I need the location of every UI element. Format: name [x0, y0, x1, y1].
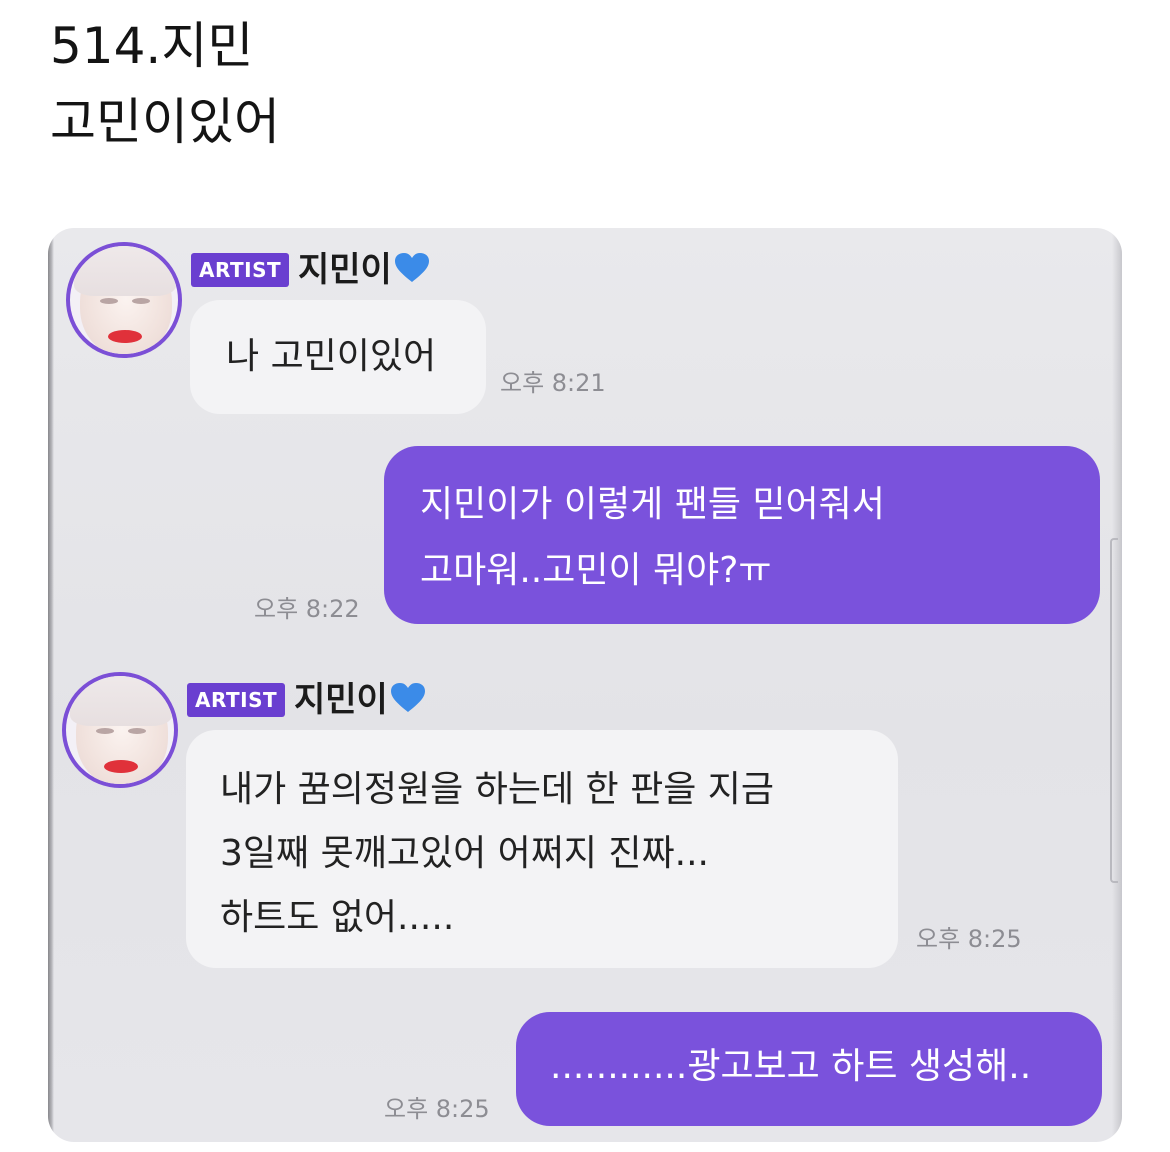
message-line: 내가 꿈의정원을 하는데 한 판을 지금 [220, 769, 775, 810]
avatar[interactable] [62, 672, 178, 788]
scroll-tab [1110, 538, 1118, 883]
message-time: 오후 8:22 [254, 595, 360, 623]
message-time: 오후 8:21 [500, 369, 606, 397]
message-line: ............광고보고 하트 생성해.. [550, 1046, 1032, 1087]
avatar-eye [96, 728, 114, 734]
message-bubble[interactable]: 지민이가 이렇게 팬들 믿어줘서 고마워..고민이 뭐야?ㅠ [384, 446, 1100, 624]
message-bubble[interactable]: ............광고보고 하트 생성해.. [516, 1012, 1102, 1126]
chat-photo[interactable]: ARTIST 지민이 나 고민이있어 오후 8:21 지민이가 이렇게 팬들 믿… [48, 228, 1122, 1142]
avatar-eye [128, 728, 146, 734]
sender-name[interactable]: 지민이 [294, 680, 426, 723]
avatar-hair [70, 676, 172, 726]
avatar-eye [100, 298, 118, 304]
artist-badge: ARTIST [191, 253, 290, 287]
avatar[interactable] [66, 242, 182, 358]
message-bubble[interactable]: 나 고민이있어 [190, 300, 486, 414]
message-line: 하트도 없어..... [220, 897, 455, 938]
message-time: 오후 8:25 [916, 925, 1022, 953]
avatar-lips [108, 330, 142, 343]
message-line: 지민이가 이렇게 팬들 믿어줘서 [420, 484, 885, 525]
post-title: 514.지민 [50, 17, 254, 75]
avatar-eye [132, 298, 150, 304]
message-bubble[interactable]: 내가 꿈의정원을 하는데 한 판을 지금 3일째 못깨고있어 어쩌지 진짜...… [186, 730, 898, 968]
avatar-hair [74, 246, 176, 296]
message-line: 고마워..고민이 뭐야?ㅠ [420, 550, 772, 591]
message-line: 나 고민이있어 [226, 336, 437, 377]
sender-name[interactable]: 지민이 [298, 250, 430, 293]
artist-badge: ARTIST [187, 683, 286, 717]
avatar-lips [104, 760, 138, 773]
photo-edge [48, 228, 54, 1142]
blue-heart-icon [390, 682, 426, 723]
sender-name-text: 지민이 [298, 250, 392, 290]
message-time: 오후 8:25 [384, 1095, 490, 1123]
post-subtitle: 고민이있어 [50, 93, 280, 151]
sender-name-text: 지민이 [294, 680, 388, 720]
message-line: 3일째 못깨고있어 어쩌지 진짜... [220, 833, 710, 874]
blue-heart-icon [394, 252, 430, 293]
